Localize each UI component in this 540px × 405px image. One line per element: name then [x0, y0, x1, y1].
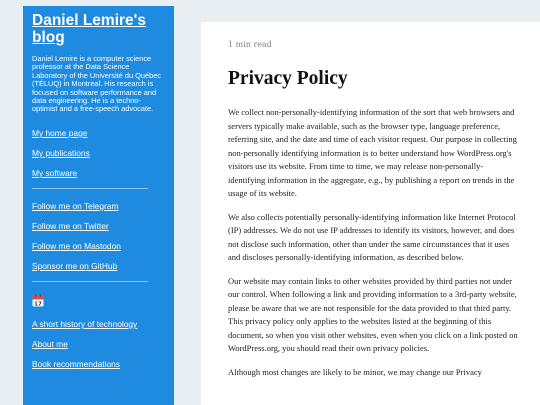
sidebar: Daniel Lemire's blog Daniel Lemire is a …: [23, 6, 174, 405]
sidebar-divider: [32, 187, 148, 189]
nav-link-telegram[interactable]: Follow me on Telegram: [32, 201, 166, 211]
article-panel: 1 min read Privacy Policy We collect non…: [201, 22, 540, 405]
article-paragraph: We also collects potentially personally-…: [228, 211, 516, 263]
read-time: 1 min read: [228, 40, 272, 49]
nav-link-software[interactable]: My software: [32, 168, 166, 178]
sidebar-divider: [32, 280, 148, 282]
article-paragraph: We collect non-personally-identifying in…: [228, 107, 517, 198]
nav-link-github-sponsor[interactable]: Sponsor me on GitHub: [32, 261, 166, 271]
nav-link-history-technology[interactable]: A short history of technology: [32, 319, 166, 329]
svg-text:17: 17: [34, 301, 42, 307]
nav-link-twitter[interactable]: Follow me on Twitter: [32, 221, 166, 231]
article-paragraph: Although most changes are likely to be m…: [228, 366, 482, 377]
site-description: Daniel Lemire is a computer science prof…: [32, 54, 162, 114]
nav-link-book-recommendations[interactable]: Book recommendations: [32, 359, 166, 369]
nav-link-mastodon[interactable]: Follow me on Mastodon: [32, 241, 166, 251]
nav-link-home-page[interactable]: My home page: [32, 128, 166, 138]
nav-link-publications[interactable]: My publications: [32, 148, 166, 158]
article-paragraph: Our website may contain links to other w…: [228, 275, 518, 354]
site-title-link[interactable]: Daniel Lemire's blog: [32, 12, 166, 46]
page-title: Privacy Policy: [228, 68, 348, 89]
calendar-icon: 17: [32, 294, 44, 307]
nav-link-about-me[interactable]: About me: [32, 339, 166, 349]
